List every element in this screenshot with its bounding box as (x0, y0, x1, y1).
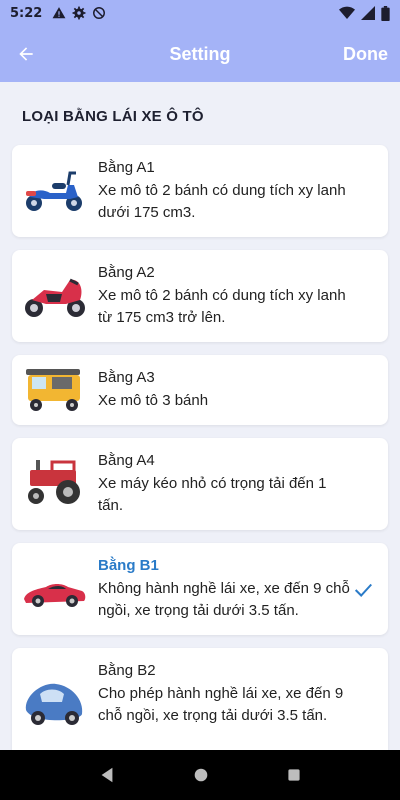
beetle-car-icon (25, 683, 83, 725)
tractor-icon (28, 460, 80, 504)
page-title: Setting (169, 43, 231, 64)
license-name: Bằng A1 (98, 159, 155, 176)
status-bar: 5:22 (0, 0, 400, 26)
license-desc: Xe máy kéo nhỏ có trọng tải đến 1 tấn. (98, 475, 327, 514)
signal-icon (361, 6, 375, 20)
motorbike-icon (25, 278, 85, 317)
license-desc: Cho phép hành nghề lái xe, xe đến 9 chỗ … (98, 685, 344, 724)
gear-icon (72, 6, 86, 20)
license-card-a4[interactable]: Bằng A4 Xe máy kéo nhỏ có trọng tải đến … (12, 438, 388, 530)
license-name: Bằng A2 (98, 264, 155, 281)
scooter-icon (26, 171, 82, 211)
license-desc: Xe mô tô 2 bánh có dung tích xy lanh dướ… (98, 182, 346, 221)
license-list-container[interactable]: LOẠI BẰNG LÁI XE Ô TÔ Bằng A1 Xe mô tô 2… (0, 82, 400, 750)
status-time: 5:22 (10, 5, 43, 21)
license-name: Bằng B1 (98, 557, 159, 574)
license-card-b1[interactable]: Bằng B1 Không hành nghề lái xe, xe đến 9… (12, 543, 388, 635)
license-card-a1[interactable]: Bằng A1 Xe mô tô 2 bánh có dung tích xy … (12, 145, 388, 237)
license-card-a2[interactable]: Bằng A2 Xe mô tô 2 bánh có dung tích xy … (12, 250, 388, 342)
wifi-icon (339, 6, 355, 20)
system-navigation-bar (0, 750, 400, 800)
license-card-a3[interactable]: Bằng A3 Xe mô tô 3 bánh (12, 355, 388, 425)
battery-icon (381, 5, 390, 21)
license-desc: Không hành nghề lái xe, xe đến 9 chỗ ngồ… (98, 580, 350, 619)
license-desc: Xe mô tô 3 bánh (98, 392, 209, 409)
license-desc: Xe mô tô 2 bánh có dung tích xy lanh từ … (98, 287, 346, 326)
do-not-disturb-icon (93, 7, 106, 19)
sports-car-icon (24, 584, 86, 607)
section-title: LOẠI BẰNG LÁI XE Ô TÔ (22, 108, 204, 125)
done-button[interactable]: Done (343, 44, 400, 65)
warning-icon (52, 7, 66, 19)
arrow-left-icon (19, 47, 33, 61)
license-name: Bằng A3 (98, 369, 155, 386)
checkmark-icon (354, 583, 372, 597)
app-toolbar: Setting Done (0, 26, 400, 82)
nav-back-icon[interactable] (98, 766, 116, 784)
nav-home-icon[interactable] (192, 766, 210, 784)
tuk-tuk-icon (26, 369, 80, 411)
license-card-b2[interactable]: Bằng B2 Cho phép hành nghề lái xe, xe đế… (12, 648, 388, 750)
nav-recents-icon[interactable] (286, 767, 302, 783)
license-name: Bằng A4 (98, 452, 155, 469)
back-button[interactable] (0, 26, 52, 82)
license-name: Bằng B2 (98, 662, 156, 679)
